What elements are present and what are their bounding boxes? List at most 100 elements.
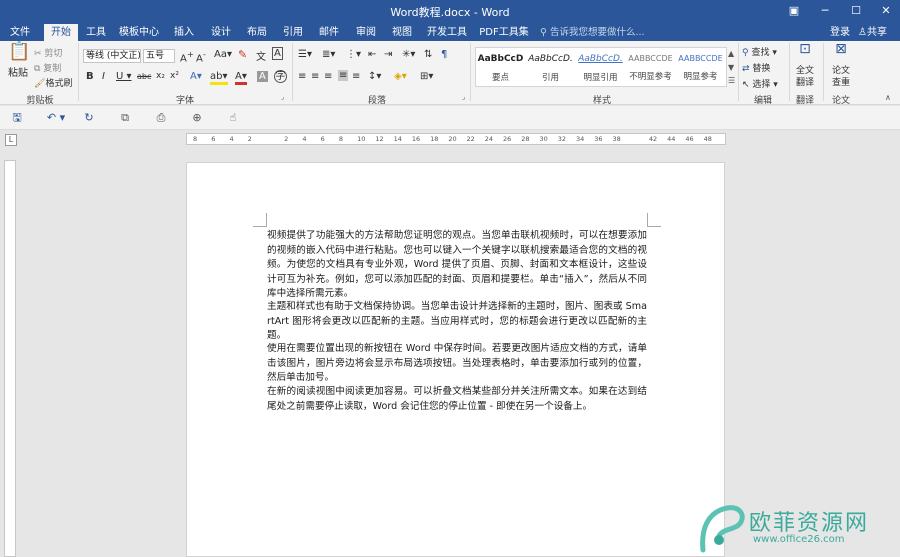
justify-icon[interactable]: ≡ <box>338 70 349 81</box>
share-button[interactable]: ♙共享 <box>858 24 887 41</box>
two-pages-icon[interactable]: ⧉ <box>118 111 132 124</box>
style-item[interactable]: AABBCCDE 不明显参考 <box>626 48 675 86</box>
document-page[interactable]: 视频提供了功能强大的方法帮助您证明您的观点。当您单击联机视频时，可以在想要添加的… <box>186 162 725 557</box>
tab-developer[interactable]: 开发工具 <box>424 24 470 41</box>
tab-file[interactable]: 文件 <box>4 24 36 41</box>
paragraph-2[interactable]: 主题和样式也有助于文档保持协调。当您单击设计并选择新的主题时，图片、图表或 Sm… <box>267 300 647 344</box>
format-painter-button[interactable]: 🖌格式刷 <box>34 76 72 89</box>
horizontal-ruler[interactable]: 8 6 4 2 2 4 6 8 10 12 14 16 18 20 22 24 26 28 30 32 34 36 38 42… <box>186 133 726 145</box>
scroll-down-icon[interactable]: ▼ <box>728 63 734 72</box>
grow-font-icon[interactable]: A+ <box>180 49 194 64</box>
paste-icon[interactable]: 📋 <box>8 43 30 67</box>
style-item[interactable]: AaBbCcD. 引用 <box>526 48 575 86</box>
borders-icon[interactable]: ⊞▾ <box>420 71 433 82</box>
ruler-tick-label: 36 <box>594 135 603 143</box>
tab-layout[interactable]: 布局 <box>241 24 273 41</box>
style-item[interactable]: AABBCCDE 明显参考 <box>676 48 725 86</box>
superscript-icon[interactable]: x² <box>170 71 179 81</box>
align-left-icon[interactable]: ≡ <box>298 71 306 82</box>
tab-selector[interactable]: L <box>5 134 17 146</box>
tell-me-box[interactable]: ⚲ 告诉我您想要做什么... <box>540 24 645 41</box>
login-link[interactable]: 登录 <box>830 24 850 41</box>
tab-references[interactable]: 引用 <box>277 24 309 41</box>
phonetic-guide-icon[interactable]: 文 <box>256 48 266 63</box>
paragraph-4[interactable]: 在新的阅读视图中阅读更加容易。可以折叠文档某些部分并关注所需文本。如果在达到结尾… <box>267 385 647 414</box>
redo-icon[interactable]: ↻ <box>82 111 96 124</box>
increase-indent-icon[interactable]: ⇥ <box>384 49 392 60</box>
tab-home[interactable]: 开始 <box>44 24 78 41</box>
translate-icon[interactable]: ⊡ <box>794 42 816 56</box>
select-button[interactable]: ↖ 选择 ▾ <box>742 77 778 90</box>
tab-tools[interactable]: 工具 <box>80 24 112 41</box>
numbering-icon[interactable]: ≣▾ <box>322 49 335 60</box>
vertical-ruler[interactable] <box>4 160 16 557</box>
tab-insert[interactable]: 插入 <box>168 24 200 41</box>
ruler-tick-label: 46 <box>685 135 694 143</box>
scroll-up-icon[interactable]: ▲ <box>728 49 734 58</box>
subscript-icon[interactable]: x₂ <box>156 71 165 81</box>
highlight-icon[interactable]: ab▾ <box>210 71 228 85</box>
close-button[interactable]: ✕ <box>876 2 896 20</box>
char-border-icon[interactable]: A <box>272 47 283 60</box>
align-right-icon[interactable]: ≡ <box>324 71 332 82</box>
find-button[interactable]: ⚲ 查找 ▾ <box>742 45 777 58</box>
sort-icon[interactable]: ⇅ <box>424 49 432 60</box>
strikethrough-icon[interactable]: abc <box>137 72 151 81</box>
align-center-icon[interactable]: ≡ <box>311 71 319 82</box>
tab-view[interactable]: 视图 <box>386 24 418 41</box>
paragraph-3[interactable]: 使用在需要位置出现的新按钮在 Word 中保存时间。若要更改图片适应文档的方式，… <box>267 342 647 386</box>
underline-icon[interactable]: U ▾ <box>116 71 132 82</box>
char-shading-icon[interactable]: A <box>257 71 268 82</box>
shrink-font-icon[interactable]: A- <box>196 49 206 64</box>
text-effects-icon[interactable]: A▾ <box>190 71 202 82</box>
tab-mailings[interactable]: 邮件 <box>313 24 345 41</box>
ruler-tick-label: 8 <box>193 135 198 143</box>
paragraph-dialog-launcher-icon[interactable]: ⌟ <box>462 93 465 101</box>
distributed-icon[interactable]: ≡ <box>352 71 360 82</box>
zoom-page-icon[interactable]: ⊕ <box>190 111 204 124</box>
enclose-char-icon[interactable]: 字 <box>274 70 287 83</box>
plagiarism-check-label[interactable]: 查重 <box>826 77 856 90</box>
style-item[interactable]: AaBbCcD 要点 <box>476 48 525 86</box>
multilevel-list-icon[interactable]: ⋮▾ <box>346 49 361 60</box>
style-item[interactable]: AaBbCcD. 明显引用 <box>576 48 625 86</box>
replace-button[interactable]: ⇄ 替换 <box>742 61 770 74</box>
show-marks-icon[interactable]: ¶ <box>441 49 447 60</box>
collapse-ribbon-icon[interactable]: ∧ <box>885 93 891 102</box>
decrease-indent-icon[interactable]: ⇤ <box>368 49 376 60</box>
shading-icon[interactable]: ◈▾ <box>394 71 407 82</box>
ruler-tick-label: 16 <box>411 135 421 143</box>
save-icon[interactable]: 🖫 <box>10 111 24 124</box>
tab-review[interactable]: 审阅 <box>350 24 382 41</box>
divider <box>823 43 824 101</box>
paragraph-1[interactable]: 视频提供了功能强大的方法帮助您证明您的观点。当您单击联机视频时，可以在想要添加的… <box>267 229 647 302</box>
paste-label[interactable]: 粘贴 <box>6 67 30 80</box>
copy-button[interactable]: ⧉ 复制 <box>34 61 61 74</box>
minimize-button[interactable]: ─ <box>815 2 835 20</box>
change-case-icon[interactable]: Aa▾ <box>214 49 232 60</box>
font-size-combo[interactable]: 五号 <box>143 49 175 63</box>
tab-template-center[interactable]: 模板中心 <box>116 24 162 41</box>
chinese-layout-icon[interactable]: ✳▾ <box>402 49 415 60</box>
maximize-button[interactable]: ☐ <box>846 2 866 20</box>
undo-icon[interactable]: ↶ ▾ <box>44 111 68 124</box>
italic-icon[interactable]: I <box>102 71 105 82</box>
divider <box>78 43 79 101</box>
touch-mode-icon[interactable]: ☝ <box>226 111 240 124</box>
tab-design[interactable]: 设计 <box>205 24 237 41</box>
clear-format-icon[interactable]: ✎ <box>238 48 247 61</box>
bold-icon[interactable]: B <box>86 71 94 82</box>
font-color-icon[interactable]: A▾ <box>235 71 247 85</box>
line-spacing-icon[interactable]: ↕▾ <box>368 71 381 82</box>
ribbon-display-icon[interactable]: ▣ <box>784 2 804 20</box>
cut-button[interactable]: ✂ 剪切 <box>34 46 62 59</box>
paper-check-icon[interactable]: ⊠ <box>830 42 852 56</box>
bullets-icon[interactable]: ☰▾ <box>298 49 312 60</box>
print-preview-icon[interactable]: ⎙ <box>154 111 168 124</box>
font-name-combo[interactable]: 等线 (中文正) <box>83 49 141 63</box>
more-styles-icon[interactable]: ☰ <box>728 76 735 85</box>
tab-pdf-tools[interactable]: PDF工具集 <box>478 24 530 41</box>
translate-label[interactable]: 翻译 <box>792 77 818 90</box>
lightbulb-icon: ⚲ <box>540 27 550 38</box>
font-dialog-launcher-icon[interactable]: ⌟ <box>281 93 284 101</box>
